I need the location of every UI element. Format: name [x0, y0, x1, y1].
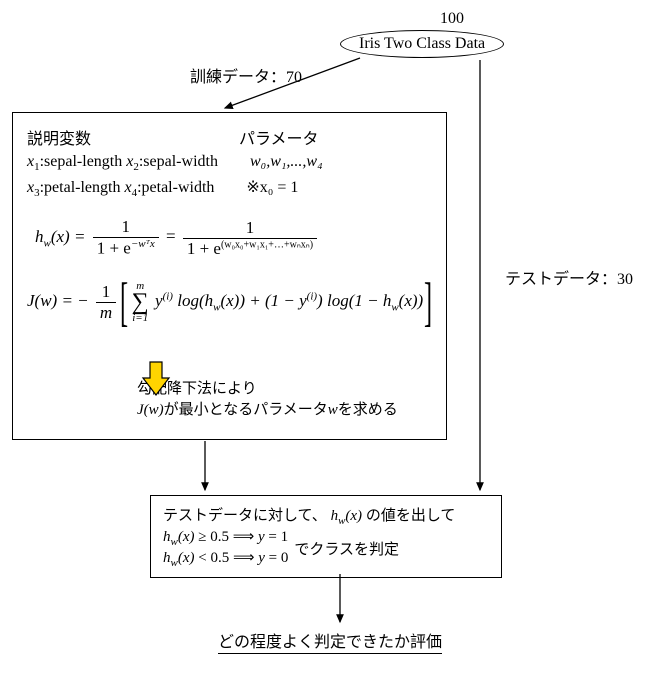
- features-heading: 説明変数: [27, 125, 91, 149]
- params-heading: パラメータ: [239, 125, 319, 149]
- train-edge-label: 訓練データ：70: [190, 63, 302, 87]
- test-box: テストデータに対して、 hw(x) の値を出して hw(x) ≥ 0.5 ⟹ y…: [150, 495, 502, 578]
- hypothesis-equation: hw(x) = 1 1 + e−wᵀx = 1 1 + e(w₀x₀+w₁x₁+…: [35, 217, 432, 259]
- param-list: w₀,w₁,...,w₄: [250, 153, 323, 170]
- feature-vars-row2: x3:petal-length x4:petal-width ※x₀ = 1: [27, 177, 432, 199]
- note-x0: ※x₀ = 1: [246, 179, 298, 196]
- test-edge-label: テストデータ：30: [505, 265, 633, 289]
- feature-vars-row1: x1:sepal-length x2:sepal-width w₀,w₁,...…: [27, 153, 432, 173]
- gradient-descent-arrow-icon: [141, 360, 171, 398]
- evaluation-text: どの程度よく判定できたか評価: [218, 628, 442, 652]
- cost-equation: J(w) = − 1 m [ m ∑ i=1 y(i) log(hw(x)) +…: [27, 275, 432, 329]
- gradient-descent-text: 勾配降下法により J(w)が最小となるパラメータwを求める: [137, 377, 432, 419]
- training-box: 説明変数 パラメータ x1:sepal-length x2:sepal-widt…: [12, 112, 447, 440]
